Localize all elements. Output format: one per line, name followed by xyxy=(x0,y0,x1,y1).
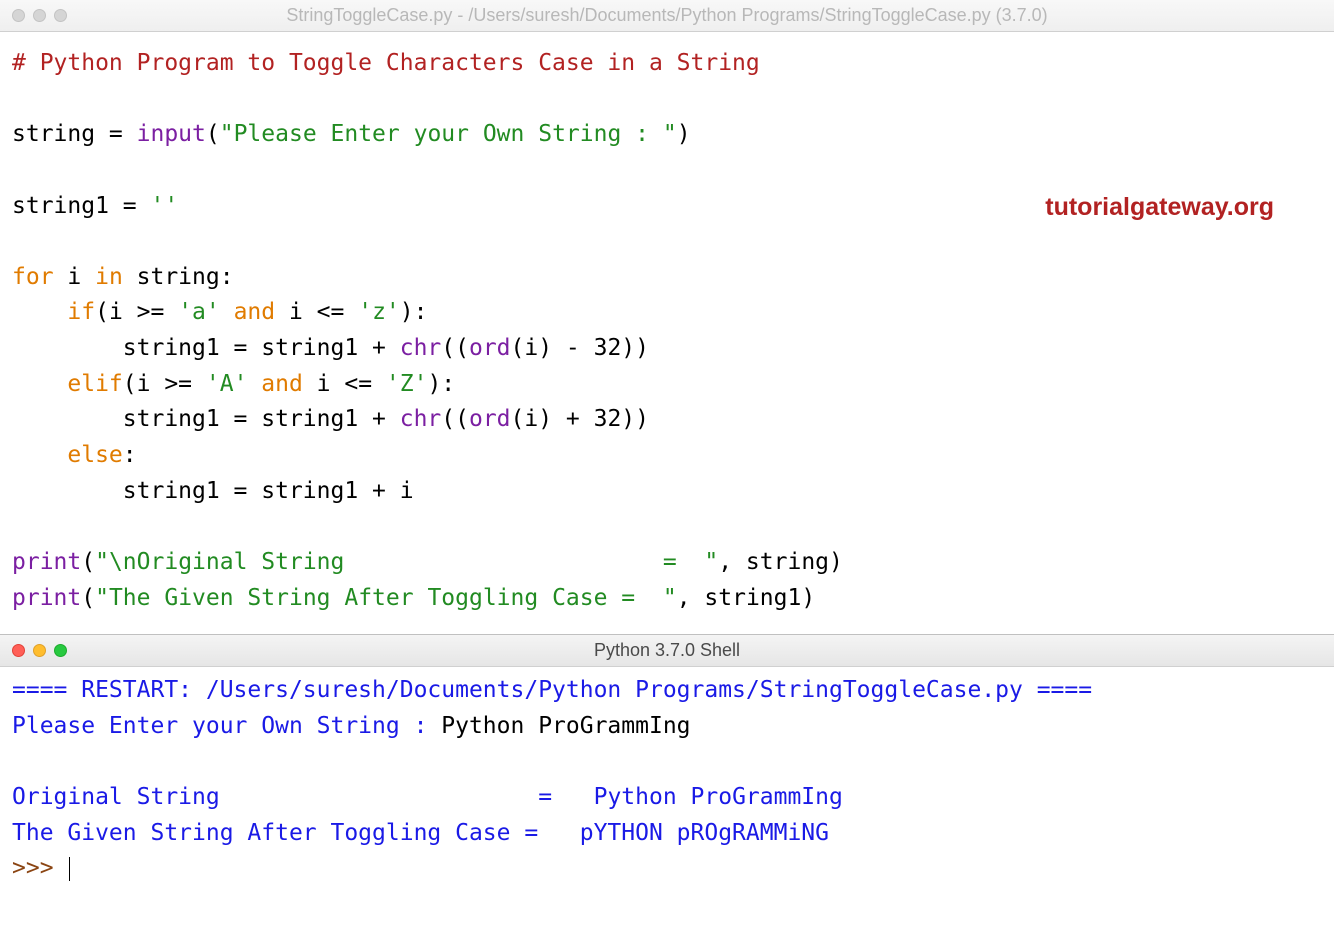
code-text: (i) + 32)) xyxy=(511,406,649,432)
code-text: (i >= xyxy=(95,299,178,325)
shell-output-label: Original String = xyxy=(12,784,594,810)
code-builtin: ord xyxy=(469,406,511,432)
code-text: string1 = xyxy=(12,193,150,219)
code-builtin: input xyxy=(137,121,206,147)
close-icon[interactable] xyxy=(12,9,25,22)
code-string: "The Given String After Toggling Case = … xyxy=(95,585,677,611)
shell-output-value: Python ProGrammIng xyxy=(594,784,843,810)
code-string: 'Z' xyxy=(386,371,428,397)
code-text: , string1) xyxy=(677,585,815,611)
code-string: "Please Enter your Own String : " xyxy=(220,121,677,147)
code-text: : xyxy=(123,442,137,468)
code-text: i <= xyxy=(303,371,386,397)
code-keyword: and xyxy=(220,299,275,325)
shell-prompt-text: Please Enter your Own String : xyxy=(12,713,441,739)
code-text: (( xyxy=(441,335,469,361)
shell-user-input: Python ProGrammIng xyxy=(441,713,690,739)
shell-output[interactable]: ==== RESTART: /Users/suresh/Documents/Py… xyxy=(0,667,1334,887)
code-text: string: xyxy=(123,264,234,290)
code-text: string1 = string1 + xyxy=(12,335,400,361)
code-text: , string) xyxy=(718,549,843,575)
code-string: '' xyxy=(150,193,178,219)
code-text: i <= xyxy=(275,299,358,325)
shell-title: Python 3.7.0 Shell xyxy=(0,640,1334,661)
code-string: 'A' xyxy=(206,371,248,397)
code-keyword: if xyxy=(67,299,95,325)
code-builtin: print xyxy=(12,585,81,611)
close-icon[interactable] xyxy=(12,644,25,657)
cursor-icon xyxy=(69,857,70,881)
code-builtin: chr xyxy=(400,335,442,361)
code-keyword: else xyxy=(67,442,122,468)
code-text xyxy=(12,371,67,397)
code-text: ): xyxy=(427,371,455,397)
code-text: ) xyxy=(677,121,691,147)
code-keyword: in xyxy=(95,264,123,290)
shell-output-label: The Given String After Toggling Case = xyxy=(12,820,580,846)
code-text: (i) - 32)) xyxy=(511,335,649,361)
code-text: string1 = string1 + xyxy=(12,406,400,432)
code-string: 'a' xyxy=(178,299,220,325)
watermark-text: tutorialgateway.org xyxy=(1045,188,1274,227)
shell-prompt: >>> xyxy=(12,855,67,881)
code-text: i xyxy=(54,264,96,290)
maximize-icon[interactable] xyxy=(54,644,67,657)
code-text xyxy=(12,299,67,325)
shell-restart: ==== RESTART: /Users/suresh/Documents/Py… xyxy=(12,677,1092,703)
code-builtin: ord xyxy=(469,335,511,361)
code-text: ( xyxy=(81,549,95,575)
code-text: ( xyxy=(206,121,220,147)
minimize-icon[interactable] xyxy=(33,644,46,657)
code-text: (( xyxy=(441,406,469,432)
shell-window: Python 3.7.0 Shell ==== RESTART: /Users/… xyxy=(0,634,1334,887)
code-builtin: chr xyxy=(400,406,442,432)
code-builtin: print xyxy=(12,549,81,575)
code-text xyxy=(12,442,67,468)
minimize-icon[interactable] xyxy=(33,9,46,22)
code-text: ): xyxy=(400,299,428,325)
code-keyword: elif xyxy=(67,371,122,397)
code-text: string = xyxy=(12,121,137,147)
maximize-icon[interactable] xyxy=(54,9,67,22)
editor-window: StringToggleCase.py - /Users/suresh/Docu… xyxy=(0,0,1334,634)
code-text: string1 = string1 + i xyxy=(12,478,414,504)
code-comment: # Python Program to Toggle Characters Ca… xyxy=(12,50,760,76)
code-text: ( xyxy=(81,585,95,611)
shell-titlebar[interactable]: Python 3.7.0 Shell xyxy=(0,635,1334,667)
traffic-lights xyxy=(12,644,67,657)
code-string: 'z' xyxy=(358,299,400,325)
editor-title: StringToggleCase.py - /Users/suresh/Docu… xyxy=(0,5,1334,26)
code-keyword: and xyxy=(247,371,302,397)
editor-titlebar[interactable]: StringToggleCase.py - /Users/suresh/Docu… xyxy=(0,0,1334,32)
code-keyword: for xyxy=(12,264,54,290)
code-editor[interactable]: # Python Program to Toggle Characters Ca… xyxy=(0,32,1334,634)
code-string: "\nOriginal String = " xyxy=(95,549,718,575)
traffic-lights xyxy=(12,9,67,22)
shell-output-value: pYTHON pROgRAMMiNG xyxy=(580,820,829,846)
code-text: (i >= xyxy=(123,371,206,397)
